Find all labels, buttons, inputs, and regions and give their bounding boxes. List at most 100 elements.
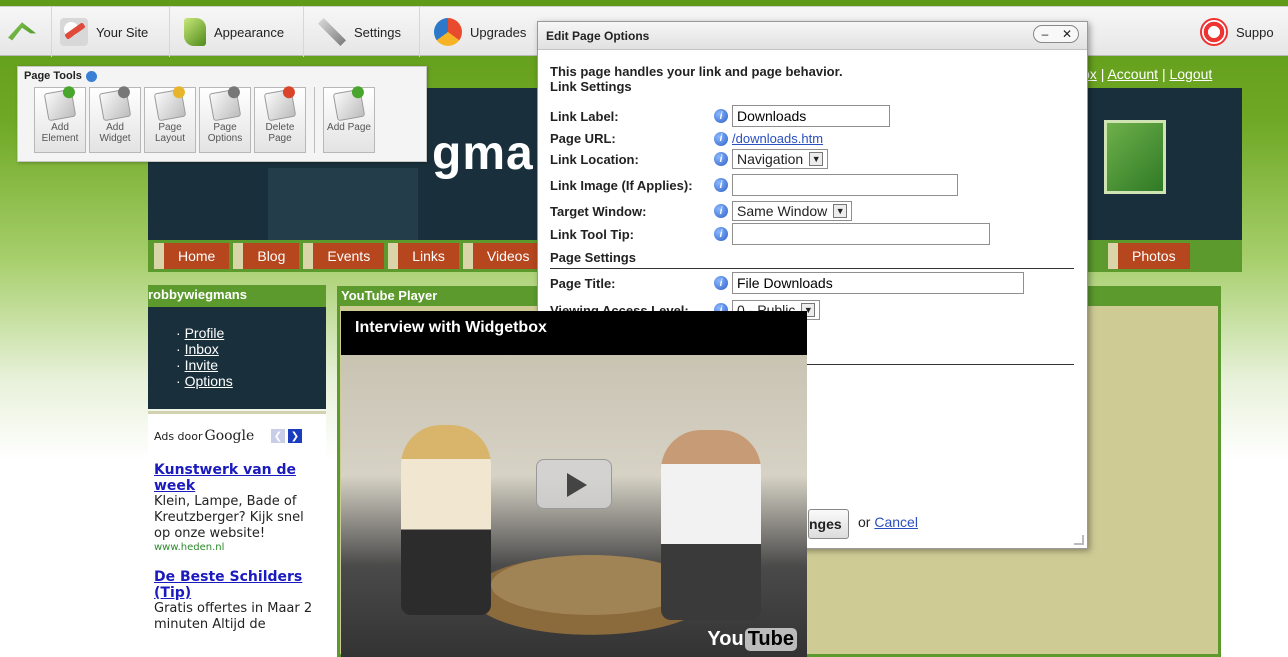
video-frame: You Tube — [341, 355, 807, 657]
add-widget-icon — [98, 88, 132, 122]
ad-title-link[interactable]: De Beste Schilders (Tip) — [154, 569, 320, 601]
nav-photos[interactable]: Photos — [1108, 243, 1190, 269]
video-player[interactable]: Interview with Widgetbox You Tube — [341, 311, 807, 657]
nav-blog[interactable]: Blog — [233, 243, 300, 269]
page-title-input[interactable] — [732, 272, 1024, 294]
link-separator: | — [1100, 66, 1105, 82]
target-window-label: Target Window: — [550, 203, 647, 219]
nav-videos[interactable]: Videos — [462, 243, 544, 269]
ad-title-link[interactable]: Kunstwerk van de week — [154, 462, 320, 494]
dialog-intro: This page handles your link and page beh… — [550, 64, 843, 79]
home-arrow-icon — [8, 22, 36, 41]
divider — [550, 268, 1074, 269]
link-tooltip-input[interactable] — [732, 223, 990, 245]
minimize-icon[interactable]: – — [1034, 26, 1056, 42]
add-element-button[interactable]: Add Element — [34, 87, 86, 153]
toolbar-upgrades-button[interactable]: Upgrades — [426, 7, 536, 57]
video-title: Interview with Widgetbox — [355, 319, 547, 336]
nav-home[interactable]: Home — [154, 243, 230, 269]
upgrades-icon — [434, 18, 462, 46]
ad-item: De Beste Schilders (Tip) Gratis offertes… — [154, 569, 320, 633]
link-image-input[interactable] — [732, 174, 958, 196]
page-layout-button[interactable]: Page Layout — [144, 87, 196, 153]
ad-url[interactable]: www.heden.nl — [154, 542, 320, 553]
toolbar-settings-button[interactable]: Settings — [310, 7, 420, 57]
youtube-logo[interactable]: You Tube — [707, 628, 797, 651]
cancel-link[interactable]: Cancel — [874, 514, 918, 530]
support-icon — [1200, 18, 1228, 46]
page-layout-icon — [153, 88, 187, 122]
link-label-label: Link Label: — [550, 108, 619, 124]
link-tooltip-label: Link Tool Tip: — [550, 226, 635, 242]
save-changes-label: nges — [809, 516, 842, 532]
help-icon[interactable] — [85, 70, 97, 82]
info-icon[interactable]: i — [714, 109, 728, 123]
or-text: or — [858, 514, 871, 530]
video-person — [661, 430, 761, 620]
youtube-player-title: YouTube Player — [341, 288, 438, 303]
page-tools-title-text: Page Tools — [24, 70, 82, 82]
link-label-row: Link Label: i — [550, 105, 890, 127]
ad-item: Kunstwerk van de week Klein, Lampe, Bade… — [154, 462, 320, 553]
ads-prefix: Ads door — [154, 429, 203, 443]
link-location-select[interactable]: Navigation ▼ — [732, 149, 829, 169]
resize-grip-icon[interactable] — [1074, 535, 1084, 545]
link-tooltip-row: Link Tool Tip: i — [550, 223, 990, 245]
page-url-label: Page URL: — [550, 131, 616, 146]
page-options-label: Page Options — [207, 122, 243, 144]
nav-events[interactable]: Events — [303, 243, 385, 269]
page-url-link[interactable]: /downloads.htm — [732, 131, 823, 146]
toolbar-support-button[interactable]: Suppo — [1192, 7, 1288, 57]
info-icon[interactable]: i — [714, 227, 728, 241]
options-link[interactable]: Options — [185, 373, 233, 389]
info-icon[interactable]: i — [714, 204, 728, 218]
play-icon[interactable] — [536, 459, 612, 509]
invite-link[interactable]: Invite — [185, 357, 218, 373]
prev-arrow-icon[interactable]: ❮ — [271, 429, 285, 443]
your-site-icon — [60, 18, 88, 46]
info-icon[interactable]: i — [714, 152, 728, 166]
youtube-logo-tube: Tube — [744, 628, 797, 651]
target-window-row: Target Window: i Same Window ▼ — [550, 201, 853, 221]
info-icon[interactable]: i — [714, 131, 728, 146]
link-image-row: Link Image (If Applies): i — [550, 174, 958, 196]
add-page-label: Add Page — [327, 122, 371, 133]
link-location-label: Link Location: — [550, 151, 639, 167]
add-widget-label: Add Widget — [99, 122, 131, 144]
inbox-link[interactable]: Inbox — [185, 341, 219, 357]
add-widget-button[interactable]: Add Widget — [89, 87, 141, 153]
close-icon[interactable]: ✕ — [1056, 26, 1078, 42]
left-sidebar: robbywiegmans Profile Inbox Invite Optio… — [148, 285, 326, 657]
page-tools-title: Page Tools — [18, 67, 426, 85]
toolbar-appearance-button[interactable]: Appearance — [176, 7, 304, 57]
chevron-down-icon: ▼ — [809, 152, 824, 166]
save-changes-button[interactable]: nges — [808, 509, 849, 539]
link-settings-heading: Link Settings — [550, 79, 632, 94]
toolbar-your-site-label: Your Site — [96, 24, 149, 40]
link-location-value: Navigation — [737, 151, 804, 167]
profile-username: robbywiegmans — [148, 287, 247, 302]
dialog-title: Edit Page Options — [546, 28, 650, 43]
profile-link[interactable]: Profile — [185, 325, 225, 341]
nav-links[interactable]: Links — [388, 243, 459, 269]
add-page-button[interactable]: Add Page — [323, 87, 375, 153]
info-icon[interactable]: i — [714, 276, 728, 290]
next-arrow-icon[interactable]: ❯ — [288, 429, 302, 443]
page-title-label: Page Title: — [550, 275, 616, 291]
account-link[interactable]: Account — [1107, 66, 1158, 82]
target-window-select[interactable]: Same Window ▼ — [732, 201, 853, 221]
page-options-button[interactable]: Page Options — [199, 87, 251, 153]
logout-link[interactable]: Logout — [1169, 66, 1212, 82]
toolbar-home-button[interactable] — [0, 7, 52, 57]
info-icon[interactable]: i — [714, 178, 728, 192]
video-person — [401, 425, 491, 615]
toolbar-your-site-button[interactable]: Your Site — [52, 7, 170, 57]
link-image-label: Link Image (If Applies): — [550, 177, 693, 193]
youtube-logo-you: You — [707, 628, 744, 650]
ad-body: Gratis offertes in Maar 2 minuten Altijd… — [154, 601, 313, 632]
toolbar-appearance-label: Appearance — [214, 24, 285, 40]
dialog-titlebar[interactable]: Edit Page Options — [538, 22, 1087, 50]
link-label-input[interactable] — [732, 105, 890, 127]
ads-header: Ads door Google ❮ ❯ — [154, 428, 320, 444]
delete-page-button[interactable]: Delete Page — [254, 87, 306, 153]
